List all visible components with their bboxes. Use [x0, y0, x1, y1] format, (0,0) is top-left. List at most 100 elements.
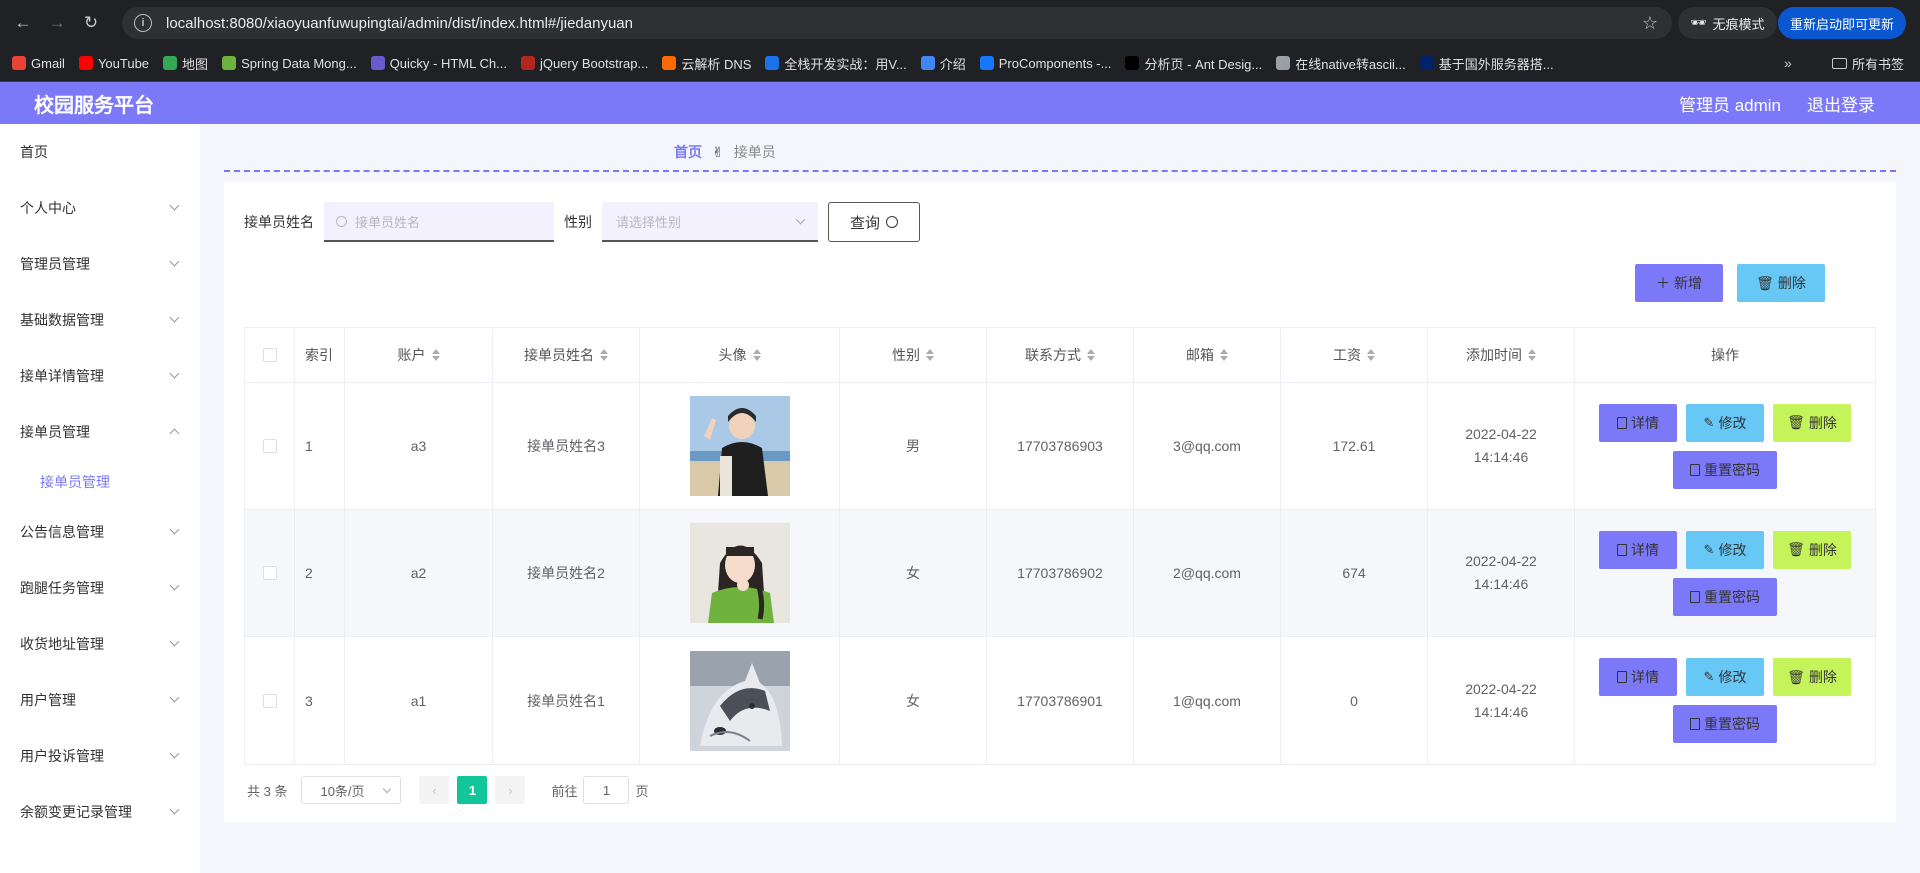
page-number-current[interactable]: 1 — [457, 776, 488, 804]
cell-avatar — [640, 510, 840, 636]
cell-salary: 0 — [1281, 637, 1428, 764]
sidebar-item[interactable]: 接单详情管理 — [0, 348, 200, 404]
sort-icon[interactable] — [1220, 349, 1228, 361]
bookmark-item[interactable]: Spring Data Mong... — [222, 56, 357, 71]
batch-delete-button[interactable]: 🗑 删除 — [1737, 264, 1825, 302]
bookmark-item[interactable]: 介绍 — [920, 54, 966, 73]
chevron-right-icon: › — [508, 782, 513, 798]
add-button[interactable]: ＋ 新增 — [1635, 264, 1723, 302]
detail-button[interactable]: 详情 — [1599, 403, 1677, 442]
edit-label: 修改 — [1718, 669, 1747, 685]
header-name[interactable]: 接单员姓名 — [493, 328, 640, 382]
sidebar-item[interactable]: 用户管理 — [0, 672, 200, 728]
bookmark-item[interactable]: ProComponents -... — [979, 56, 1111, 71]
sidebar-item[interactable]: 余额变更记录管理 — [0, 784, 200, 840]
bookmark-favicon-icon — [920, 56, 935, 70]
sidebar-item[interactable]: 公告信息管理 — [0, 504, 200, 560]
delete-button[interactable]: 🗑 删除 — [1773, 658, 1851, 696]
site-info-icon[interactable]: i — [134, 14, 152, 32]
bookmark-item[interactable]: 在线native转ascii... — [1276, 54, 1406, 73]
sort-icon[interactable] — [1528, 349, 1536, 361]
reset-password-button[interactable]: 重置密码 — [1673, 577, 1777, 616]
chevron-up-icon — [169, 428, 180, 439]
prev-page-button[interactable]: ‹ — [419, 776, 450, 804]
bookmark-item[interactable]: 全栈开发实战：用V... — [765, 54, 907, 73]
incognito-indicator[interactable]: 🕶 无痕模式 — [1678, 7, 1777, 39]
sidebar-item[interactable]: 个人中心 — [0, 180, 200, 236]
restart-update-button[interactable]: 重新启动即可更新 — [1778, 7, 1907, 39]
gender-select[interactable]: 请选择性别 — [602, 202, 818, 242]
sort-icon[interactable] — [926, 349, 934, 361]
header-gender[interactable]: 性别 — [840, 328, 987, 382]
bookmark-favicon-icon — [1125, 56, 1140, 70]
edit-button[interactable]: ✎ 修改 — [1686, 403, 1764, 442]
edit-button[interactable]: ✎ 修改 — [1686, 530, 1764, 569]
detail-button[interactable]: 详情 — [1599, 658, 1677, 696]
breadcrumb: 首页 ✌ 接单员 — [674, 142, 776, 162]
name-search-input[interactable]: 接单员姓名 — [324, 202, 554, 242]
all-bookmarks-button[interactable]: 所有书签 — [1832, 54, 1904, 73]
sidebar-item[interactable]: 接单员管理 — [0, 404, 200, 460]
avatar-photo — [689, 650, 790, 751]
reload-icon[interactable]: ↻ — [76, 8, 106, 38]
sort-icon[interactable] — [431, 349, 440, 361]
select-all-checkbox[interactable] — [262, 348, 277, 362]
address-bar[interactable]: i localhost:8080/xiaoyuanfuwupingtai/adm… — [122, 7, 1672, 39]
trash-icon: 🗑 — [1787, 541, 1805, 557]
bookmark-label: 地图 — [182, 56, 209, 72]
bookmark-item[interactable]: Quicky - HTML Ch... — [370, 56, 507, 71]
forward-icon[interactable]: → — [42, 8, 72, 38]
goto-page-input[interactable]: 1 — [583, 776, 630, 804]
chevron-down-icon — [383, 784, 392, 794]
row-checkbox[interactable] — [262, 693, 277, 708]
detail-button[interactable]: 详情 — [1599, 530, 1677, 569]
sort-icon[interactable] — [1367, 349, 1375, 361]
logout-link[interactable]: 退出登录 — [1807, 91, 1875, 116]
sidebar-item[interactable]: 收货地址管理 — [0, 616, 200, 672]
chevron-left-icon: ‹ — [432, 782, 437, 798]
back-icon[interactable]: ← — [8, 8, 38, 38]
sidebar-item[interactable]: 跑腿任务管理 — [0, 560, 200, 616]
sort-icon[interactable] — [600, 349, 608, 361]
sidebar-item-label: 接单员管理 — [20, 424, 90, 440]
header-avatar[interactable]: 头像 — [640, 328, 840, 382]
reset-password-button[interactable]: 重置密码 — [1673, 450, 1777, 489]
delete-button[interactable]: 🗑 删除 — [1773, 403, 1851, 442]
chevron-down-icon — [169, 804, 180, 815]
header-phone[interactable]: 联系方式 — [987, 328, 1134, 382]
header-email[interactable]: 邮箱 — [1134, 328, 1281, 382]
name-filter-label: 接单员姓名 — [244, 214, 314, 230]
sort-icon[interactable] — [1087, 349, 1095, 361]
bookmark-favicon-icon — [163, 56, 178, 70]
bookmark-item[interactable]: 基于国外服务器搭... — [1419, 54, 1554, 73]
header-added-time[interactable]: 添加时间 — [1428, 328, 1575, 382]
query-button[interactable]: 查询 — [828, 202, 920, 242]
next-page-button[interactable]: › — [495, 776, 526, 804]
sidebar-item[interactable]: 基础数据管理 — [0, 292, 200, 348]
bookmark-star-icon[interactable]: ☆ — [1642, 13, 1658, 34]
header-account[interactable]: 账户 — [345, 328, 493, 382]
sidebar-item[interactable]: 用户投诉管理 — [0, 728, 200, 784]
sidebar-subitem-courier-management[interactable]: 接单员管理 — [0, 460, 200, 504]
incognito-icon: 🕶 — [1690, 15, 1707, 30]
bookmark-item[interactable]: 分析页 - Ant Desig... — [1125, 54, 1262, 73]
row-checkbox[interactable] — [262, 439, 277, 453]
sort-icon[interactable] — [752, 349, 761, 361]
bookmark-item[interactable]: 云解析 DNS — [662, 54, 751, 73]
bookmark-item[interactable]: jQuery Bootstrap... — [520, 56, 648, 71]
more-bookmarks-icon[interactable]: » — [1784, 55, 1792, 71]
sidebar-item[interactable]: 管理员管理 — [0, 236, 200, 292]
reset-password-button[interactable]: 重置密码 — [1673, 705, 1777, 743]
bookmark-item[interactable]: Gmail — [12, 56, 65, 71]
bookmark-item[interactable]: YouTube — [78, 56, 149, 71]
pencil-icon: ✎ — [1703, 414, 1715, 430]
breadcrumb-home[interactable]: 首页 — [674, 142, 702, 162]
page-size-select[interactable]: 10条/页 — [301, 776, 402, 804]
delete-button[interactable]: 🗑 删除 — [1773, 530, 1851, 569]
header-name-label: 接单员姓名 — [524, 347, 594, 363]
edit-button[interactable]: ✎ 修改 — [1686, 658, 1764, 696]
bookmark-item[interactable]: 地图 — [163, 54, 208, 73]
sidebar-item[interactable]: 首页 — [0, 124, 200, 180]
row-checkbox[interactable] — [262, 566, 277, 580]
header-salary[interactable]: 工资 — [1281, 328, 1428, 382]
